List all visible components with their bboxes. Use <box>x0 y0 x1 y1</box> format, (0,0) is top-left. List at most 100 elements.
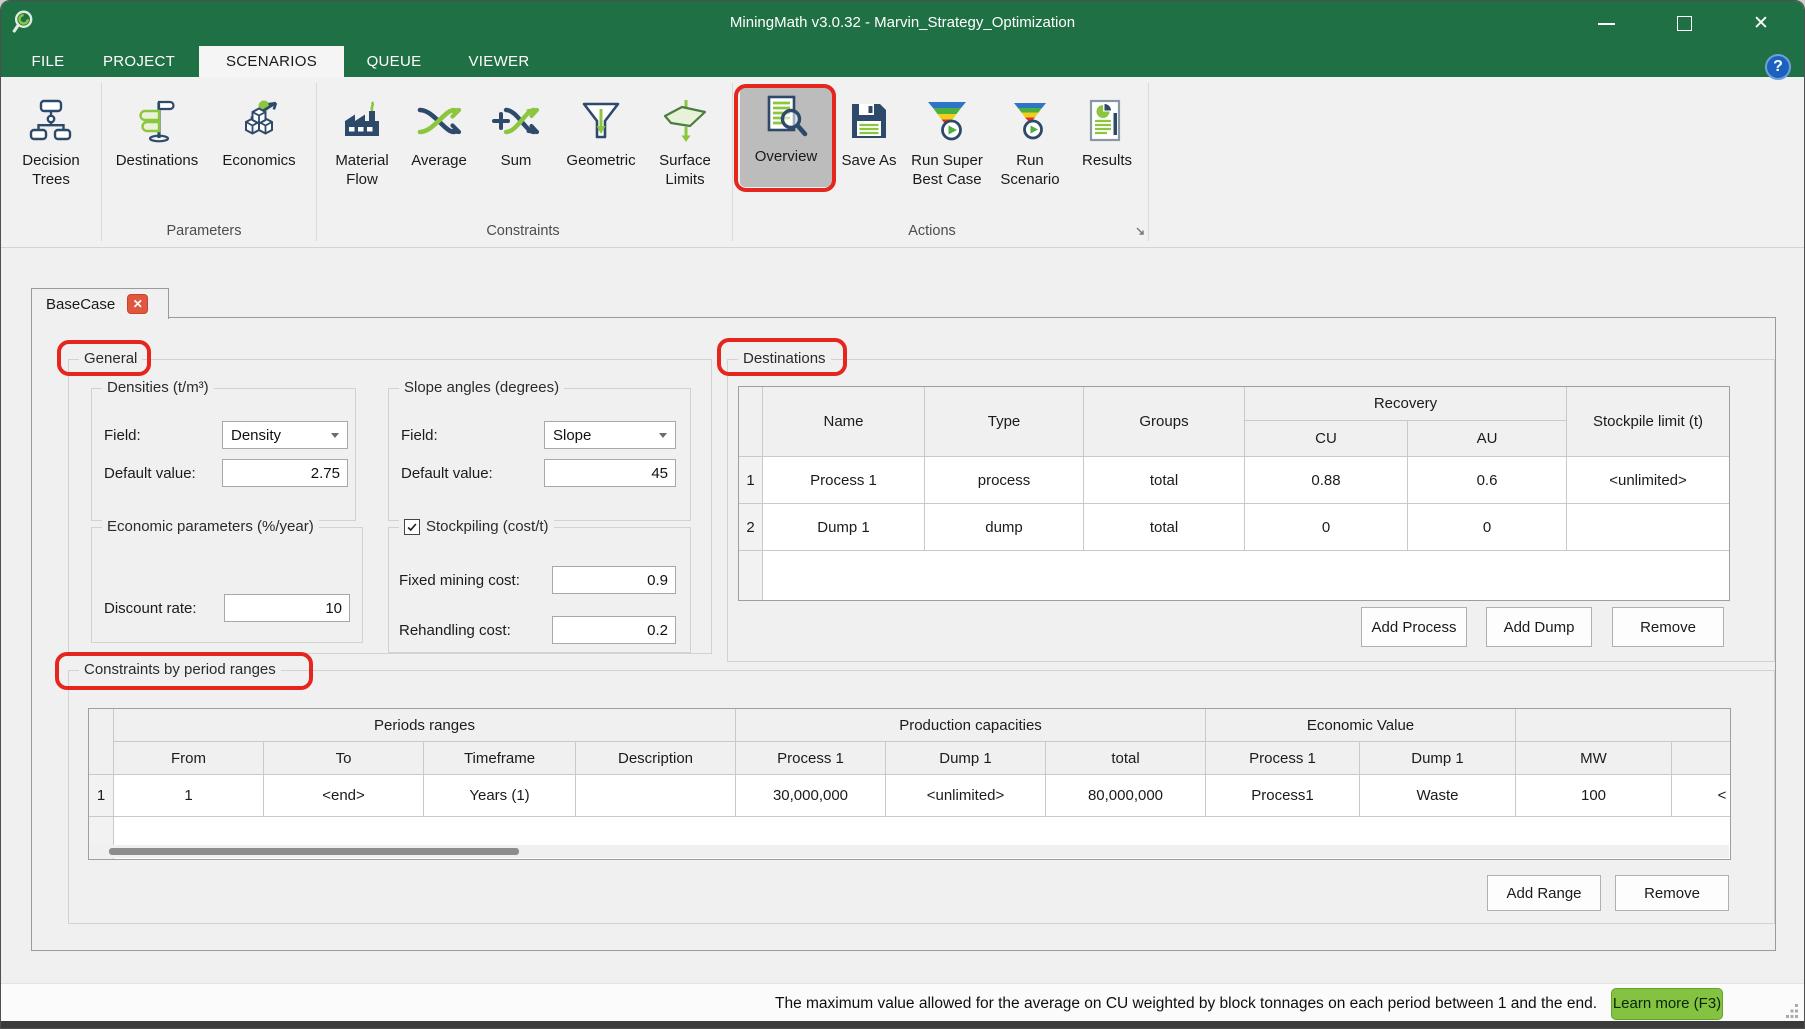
destinations-cell-stockpile[interactable]: <unlimited> <box>1567 457 1729 504</box>
table-empty-area <box>763 551 1729 600</box>
menu-scenarios[interactable]: SCENARIOS <box>199 46 344 77</box>
constraints-cell-description[interactable] <box>576 775 736 817</box>
constraints-header-process1: Process 1 <box>736 742 886 775</box>
sum-arrows-icon <box>492 95 540 147</box>
toolbar-button-surface-limits[interactable]: Surface Limits <box>647 95 723 190</box>
tab-close-button[interactable]: ✕ <box>127 294 148 314</box>
constraints-cell-clipped[interactable]: < <box>1672 775 1731 817</box>
toolbar-button-decision-trees[interactable]: Decision Trees <box>9 95 93 190</box>
destinations-corner-header <box>739 387 763 457</box>
menu-queue[interactable]: QUEUE <box>344 46 444 77</box>
destinations-cell-groups[interactable]: total <box>1084 457 1245 504</box>
constraints-cell-timeframe[interactable]: Years (1) <box>424 775 576 817</box>
destinations-groupbox: Destinations Name Type Groups Recovery S… <box>727 359 1775 662</box>
resize-grip[interactable] <box>1785 1004 1799 1018</box>
destinations-header-au: AU <box>1408 421 1567 457</box>
add-process-button[interactable]: Add Process <box>1361 607 1467 647</box>
geometric-funnel-icon <box>577 95 625 147</box>
window-title: MiningMath v3.0.32 - Marvin_Strategy_Opt… <box>730 14 1075 31</box>
toolbar-button-overview[interactable]: Overview <box>740 87 832 187</box>
economic-parameters-label: Economic parameters (%/year) <box>102 518 319 535</box>
densities-default-input[interactable] <box>222 459 348 487</box>
menu-viewer[interactable]: VIEWER <box>444 46 554 77</box>
slope-field-label: Field: <box>401 427 438 444</box>
constraints-cell-ev-process1[interactable]: Process1 <box>1206 775 1360 817</box>
statusbar: The maximum value allowed for the averag… <box>1 983 1804 1023</box>
fixed-mining-cost-input[interactable] <box>552 566 676 594</box>
stockpiling-checkbox[interactable] <box>404 519 420 535</box>
toolbar-group-divider <box>316 83 317 241</box>
destinations-cell-cu[interactable]: 0.88 <box>1245 457 1408 504</box>
destinations-cell-type[interactable]: dump <box>925 504 1084 551</box>
actions-dialog-launcher-icon[interactable] <box>1134 225 1146 237</box>
constraints-header-from: From <box>114 742 264 775</box>
destinations-header-cu: CU <box>1245 421 1408 457</box>
menu-file[interactable]: FILE <box>17 46 79 77</box>
destinations-table: Name Type Groups Recovery Stockpile limi… <box>738 386 1730 601</box>
slope-field-dropdown[interactable]: Slope <box>544 421 676 449</box>
toolbar-group-parameters: Parameters <box>104 223 304 239</box>
constraints-cell-mw[interactable]: 100 <box>1516 775 1672 817</box>
toolbar-button-material-flow[interactable]: Material Flow <box>321 95 403 190</box>
discount-rate-input[interactable] <box>224 594 350 622</box>
toolbar-button-economics[interactable]: Economics <box>213 95 305 171</box>
toolbar-button-sum[interactable]: Sum <box>481 95 551 171</box>
constraints-header-mw: MW <box>1516 742 1672 775</box>
general-label: General <box>79 350 142 367</box>
rehandling-cost-input[interactable] <box>552 616 676 644</box>
maximize-button[interactable] <box>1661 1 1707 46</box>
toolbar-button-save-as[interactable]: Save As <box>839 95 899 171</box>
menu-project[interactable]: PROJECT <box>79 46 199 77</box>
destinations-cell-name[interactable]: Process 1 <box>763 457 925 504</box>
constraints-groupbox: Constraints by period ranges Periods ran… <box>68 670 1775 924</box>
add-range-button[interactable]: Add Range <box>1487 875 1601 911</box>
minimize-button[interactable] <box>1583 1 1629 46</box>
constraints-cell-process1[interactable]: 30,000,000 <box>736 775 886 817</box>
toolbar-button-average[interactable]: Average <box>403 95 475 171</box>
scrollbar-thumb[interactable] <box>109 848 519 855</box>
group-header-production-capacities: Production capacities <box>736 709 1206 742</box>
constraints-cell-total[interactable]: 80,000,000 <box>1046 775 1206 817</box>
destinations-cell-stockpile[interactable] <box>1567 504 1729 551</box>
constraints-header-to: To <box>264 742 424 775</box>
constraints-cell-ev-dump1[interactable]: Waste <box>1360 775 1516 817</box>
group-header-periods-ranges: Periods ranges <box>114 709 736 742</box>
row-number: 2 <box>739 504 763 551</box>
densities-field-dropdown[interactable]: Density <box>222 421 348 449</box>
help-button[interactable]: ? <box>1765 54 1791 80</box>
toolbar-button-run-super-best-case[interactable]: Run Super Best Case <box>903 95 991 190</box>
toolbar-button-results[interactable]: Results <box>1071 95 1143 171</box>
destinations-header-stockpile: Stockpile limit (t) <box>1567 387 1729 457</box>
toolbar-button-destinations[interactable]: Destinations <box>111 95 203 171</box>
destinations-cell-au[interactable]: 0 <box>1408 504 1567 551</box>
constraints-cell-to[interactable]: <end> <box>264 775 424 817</box>
slope-default-input[interactable] <box>544 459 676 487</box>
destinations-cell-type[interactable]: process <box>925 457 1084 504</box>
toolbar-group-divider <box>732 83 733 241</box>
toolbar-button-geometric[interactable]: Geometric <box>557 95 645 171</box>
stockpiling-legend: Stockpiling (cost/t) <box>399 518 554 535</box>
horizontal-scrollbar[interactable] <box>90 845 1729 858</box>
toolbar-button-run-scenario[interactable]: Run Scenario <box>995 95 1065 190</box>
destinations-cell-cu[interactable]: 0 <box>1245 504 1408 551</box>
close-button[interactable]: ✕ <box>1738 1 1784 46</box>
titlebar[interactable]: MiningMath v3.0.32 - Marvin_Strategy_Opt… <box>1 1 1804 46</box>
remove-range-button[interactable]: Remove <box>1615 875 1729 911</box>
minimize-icon <box>1598 23 1615 25</box>
remove-destination-button[interactable]: Remove <box>1612 607 1724 647</box>
tab-basecase[interactable]: BaseCase ✕ <box>31 288 169 319</box>
densities-field-label: Field: <box>104 427 141 444</box>
empty-row-strip <box>739 551 763 600</box>
learn-more-button[interactable]: Learn more (F3) <box>1611 988 1723 1020</box>
destinations-cell-name[interactable]: Dump 1 <box>763 504 925 551</box>
constraints-cell-from[interactable]: 1 <box>114 775 264 817</box>
destinations-header-groups: Groups <box>1084 387 1245 457</box>
destinations-cell-groups[interactable]: total <box>1084 504 1245 551</box>
add-dump-button[interactable]: Add Dump <box>1486 607 1592 647</box>
stockpiling-groupbox: Stockpiling (cost/t) Fixed mining cost: … <box>388 527 691 653</box>
destinations-cell-au[interactable]: 0.6 <box>1408 457 1567 504</box>
decision-trees-icon <box>27 95 75 147</box>
constraints-cell-dump1[interactable]: <unlimited> <box>886 775 1046 817</box>
status-message: The maximum value allowed for the averag… <box>775 995 1597 1013</box>
toolbar-group-actions: Actions <box>832 223 1032 239</box>
